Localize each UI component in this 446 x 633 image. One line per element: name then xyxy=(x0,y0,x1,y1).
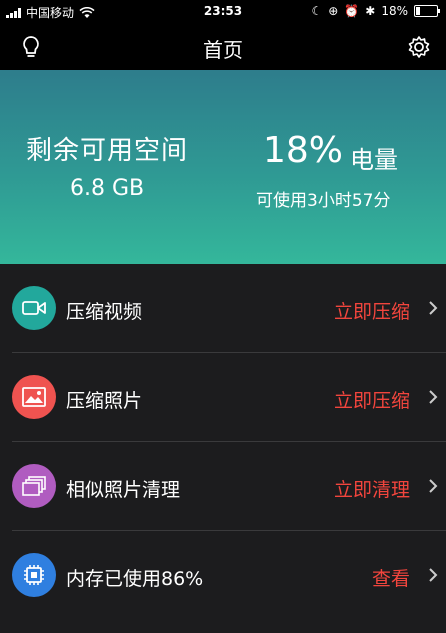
battery-fill xyxy=(416,7,420,15)
battery-label: 电量 xyxy=(350,146,398,174)
list-item-label: 压缩视频 xyxy=(66,301,143,323)
photo-stack-icon-circle xyxy=(12,464,56,508)
photo-stack-icon xyxy=(22,476,46,496)
hero-panel: 剩余可用空间 6.8 GB 18% 电量 可使用3小时57分 xyxy=(0,70,446,264)
storage-title: 剩余可用空间 xyxy=(26,136,189,166)
list-item-label: 相似照片清理 xyxy=(66,479,181,501)
list-item-compress-photo[interactable]: 压缩照片 立即压缩 xyxy=(12,353,446,442)
list-item-memory[interactable]: 内存已使用86% 查看 xyxy=(12,531,446,619)
moon-icon: ☾ xyxy=(311,4,323,18)
list-item-compress-video[interactable]: 压缩视频 立即压缩 xyxy=(12,264,446,353)
page-title: 首页 xyxy=(203,38,243,62)
chevron-right-icon xyxy=(429,568,438,582)
status-bar: 中国移动 23:53 ☾ ⊕ ⏰ ✱ 18% xyxy=(0,0,446,24)
battery-remaining: 可使用3小时57分 xyxy=(256,191,391,211)
status-right: ☾ ⊕ ⏰ ✱ 18% xyxy=(311,4,440,18)
nav-bar: 首页 xyxy=(0,24,446,70)
chevron-right-icon xyxy=(429,390,438,404)
chevron-right-icon xyxy=(429,301,438,315)
list-item-label: 内存已使用86% xyxy=(66,568,204,590)
list-item-similar-photos[interactable]: 相似照片清理 立即清理 xyxy=(12,442,446,531)
alarm-icon: ⏰ xyxy=(344,4,360,18)
chevron-right-icon xyxy=(429,479,438,493)
chip-icon-circle xyxy=(12,553,56,597)
battery-percent-text: 18% xyxy=(381,4,408,18)
rotation-lock-icon: ⊕ xyxy=(328,4,339,18)
image-icon xyxy=(22,387,46,407)
battery-icon xyxy=(414,5,440,17)
gear-icon[interactable] xyxy=(406,34,432,60)
view-button[interactable]: 查看 xyxy=(372,564,410,591)
video-icon-circle xyxy=(12,286,56,330)
compress-now-button[interactable]: 立即压缩 xyxy=(334,386,410,413)
image-icon-circle xyxy=(12,375,56,419)
storage-value: 6.8 GB xyxy=(70,176,145,201)
clean-now-button[interactable]: 立即清理 xyxy=(334,475,410,502)
feature-list: 压缩视频 立即压缩 压缩照片 立即压缩 相似照片清理 立即清理 内存已使用86%… xyxy=(0,264,446,619)
list-item-label: 压缩照片 xyxy=(66,390,143,412)
battery-percent: 18% xyxy=(263,130,344,171)
video-camera-icon xyxy=(22,301,46,315)
bluetooth-icon: ✱ xyxy=(365,4,376,18)
chip-icon xyxy=(24,565,44,585)
compress-now-button[interactable]: 立即压缩 xyxy=(334,297,410,324)
